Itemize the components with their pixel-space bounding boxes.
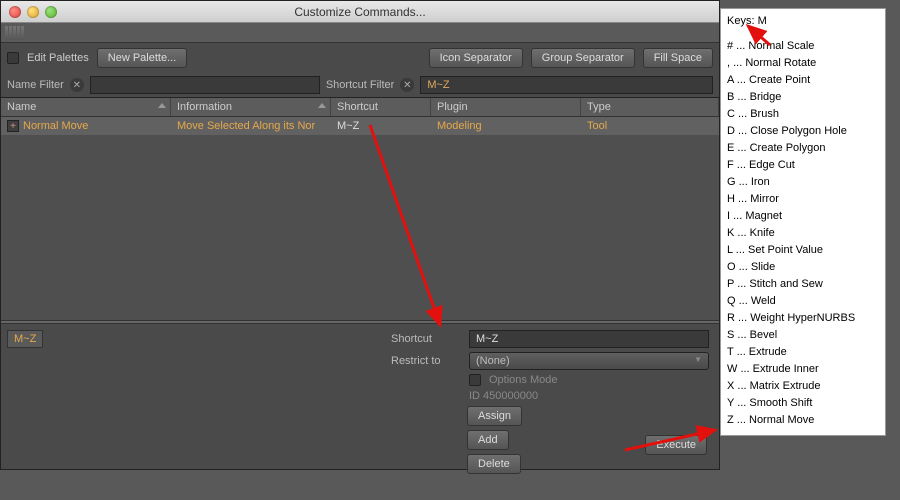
keys-popup: Keys: M # ... Normal Scale, ... Normal R… [720,8,886,436]
col-shortcut[interactable]: Shortcut [331,98,431,116]
add-command-icon[interactable]: + [7,120,19,132]
icon-separator-button[interactable]: Icon Separator [429,48,523,68]
keys-popup-item[interactable]: B ... Bridge [727,89,879,106]
cell-name: Normal Move [23,120,88,132]
window-title: Customize Commands... [1,5,719,19]
cell-type: Tool [581,120,719,132]
col-type[interactable]: Type [581,98,719,116]
titlebar[interactable]: Customize Commands... [1,1,719,23]
fill-space-button[interactable]: Fill Space [643,48,713,68]
customize-commands-window: Customize Commands... Edit Palettes New … [0,0,720,470]
col-info[interactable]: Information [171,98,331,116]
toolbar-strip [1,23,719,43]
keys-popup-item[interactable]: , ... Normal Rotate [727,55,879,72]
keys-popup-item[interactable]: Q ... Weld [727,293,879,310]
selected-shortcut-chip[interactable]: M~Z [7,330,43,348]
sort-asc-icon [318,103,326,108]
keys-popup-item[interactable]: G ... Iron [727,174,879,191]
keys-popup-item[interactable]: X ... Matrix Extrude [727,378,879,395]
keys-popup-item[interactable]: W ... Extrude Inner [727,361,879,378]
options-mode-label: Options Mode [489,374,557,386]
keys-popup-item[interactable]: I ... Magnet [727,208,879,225]
keys-popup-item[interactable]: A ... Create Point [727,72,879,89]
add-button[interactable]: Add [467,430,509,450]
clear-shortcut-filter-icon[interactable]: ✕ [400,78,414,92]
keys-popup-item[interactable]: E ... Create Polygon [727,140,879,157]
detail-panel: M~Z Shortcut Restrict to (None) Options … [1,324,719,454]
keys-popup-item[interactable]: L ... Set Point Value [727,242,879,259]
name-filter-label: Name Filter [7,79,64,91]
keys-popup-item[interactable]: K ... Knife [727,225,879,242]
keys-popup-item[interactable]: Z ... Normal Move [727,412,879,429]
cell-info: Move Selected Along its Nor [171,120,331,132]
keys-popup-item[interactable]: Y ... Smooth Shift [727,395,879,412]
grip-icon[interactable] [1,23,41,42]
keys-popup-item[interactable]: # ... Normal Scale [727,38,879,55]
restrict-label: Restrict to [391,355,461,367]
delete-button[interactable]: Delete [467,454,521,474]
keys-popup-item[interactable]: S ... Bevel [727,327,879,344]
new-palette-button[interactable]: New Palette... [97,48,187,68]
col-name[interactable]: Name [1,98,171,116]
edit-palettes-label: Edit Palettes [27,52,89,64]
keys-popup-item[interactable]: T ... Extrude [727,344,879,361]
assign-button[interactable]: Assign [467,406,522,426]
cell-plugin: Modeling [431,120,581,132]
shortcut-filter-input[interactable] [420,76,713,94]
keys-popup-item[interactable]: O ... Slide [727,259,879,276]
table-row[interactable]: + Normal Move Move Selected Along its Nor… [1,117,719,135]
keys-popup-item[interactable]: D ... Close Polygon Hole [727,123,879,140]
edit-palettes-checkbox[interactable] [7,52,19,64]
keys-popup-item[interactable]: P ... Stitch and Sew [727,276,879,293]
id-label: ID 450000000 [469,390,538,402]
col-plugin[interactable]: Plugin [431,98,581,116]
shortcut-label: Shortcut [391,333,461,345]
shortcut-filter-label: Shortcut Filter [326,79,394,91]
keys-popup-item[interactable]: R ... Weight HyperNURBS [727,310,879,327]
keys-popup-item[interactable]: F ... Edge Cut [727,157,879,174]
clear-name-filter-icon[interactable]: ✕ [70,78,84,92]
restrict-select[interactable]: (None) [469,352,709,370]
keys-popup-item[interactable]: C ... Brush [727,106,879,123]
sort-asc-icon [158,103,166,108]
keys-popup-header: Keys: M [727,13,879,30]
group-separator-button[interactable]: Group Separator [531,48,635,68]
name-filter-input[interactable] [90,76,320,94]
commands-table: Name Information Shortcut Plugin Type + N… [1,97,719,320]
execute-button[interactable]: Execute [645,435,707,455]
options-mode-checkbox[interactable] [469,374,481,386]
table-empty-area [1,135,719,320]
cell-shortcut: M~Z [331,120,431,132]
keys-popup-item[interactable]: H ... Mirror [727,191,879,208]
shortcut-input[interactable] [469,330,709,348]
